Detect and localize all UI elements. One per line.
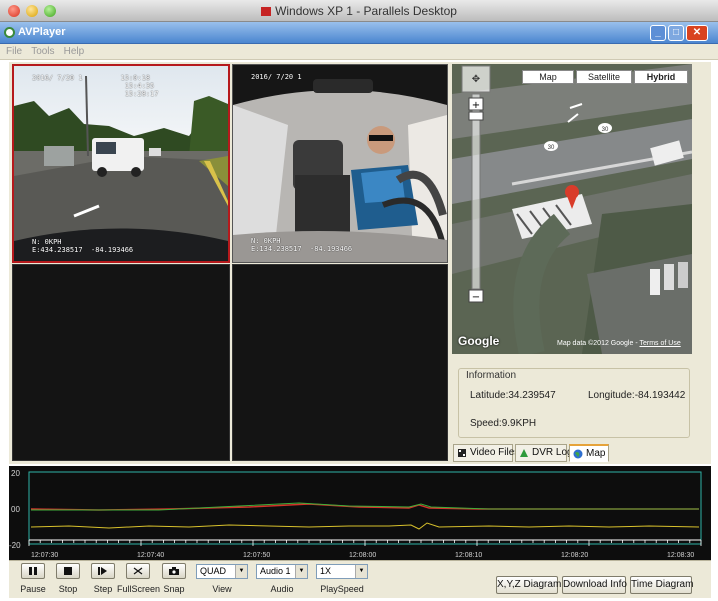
- snap-button[interactable]: [162, 563, 186, 579]
- download-info-button[interactable]: Download Info: [562, 576, 627, 594]
- pause-icon: [29, 567, 37, 575]
- tab-label: Video Files: [470, 447, 520, 458]
- y-label-bottom: -20: [9, 541, 21, 550]
- stop-button[interactable]: [56, 563, 80, 579]
- x-label: 12:08:10: [455, 552, 482, 559]
- satellite-map-image: 30 30 ✥ + −: [452, 64, 692, 354]
- parallels-vm-icon: [261, 7, 272, 16]
- fullscreen-button[interactable]: [126, 563, 150, 579]
- speed-value: Speed:9.9KPH: [470, 418, 537, 429]
- app-logo-icon: [4, 27, 15, 38]
- minimize-button[interactable]: _: [650, 25, 666, 41]
- x-label: 12:07:50: [243, 552, 270, 559]
- y-label-top: 20: [11, 469, 20, 478]
- series-yellow: [30, 522, 700, 530]
- information-legend: Information: [464, 370, 519, 381]
- sensor-graph: 20 00 -20 12:07:30 12:07:40 12:07:50 12:…: [9, 466, 711, 560]
- step-label: Step: [93, 584, 113, 594]
- host-window-title: Windows XP 1 - Parallels Desktop: [275, 4, 457, 18]
- view-value: QUAD: [200, 566, 227, 576]
- menu-help[interactable]: Help: [64, 44, 85, 60]
- menu-tools[interactable]: Tools: [31, 44, 54, 60]
- time-diagram-button[interactable]: Time Diagram: [630, 576, 693, 594]
- stop-label: Stop: [58, 584, 78, 594]
- close-button[interactable]: ✕: [686, 25, 708, 41]
- camera-view-2[interactable]: 2016/ 7/20 1 N: 0KPH E:134.238517 -84.19…: [232, 64, 448, 263]
- pan-control[interactable]: ✥: [461, 65, 491, 93]
- camera-view-4[interactable]: [232, 264, 448, 461]
- terms-of-use-link[interactable]: Terms of Use: [639, 340, 680, 347]
- stop-icon: [64, 567, 72, 575]
- snap-label: Snap: [163, 584, 185, 594]
- xyz-diagram-button[interactable]: X,Y,Z Diagram: [496, 576, 561, 594]
- map-type-hybrid-button[interactable]: Hybrid: [634, 70, 688, 84]
- latitude-value: Latitude:34.239547: [470, 390, 556, 401]
- tab-label: DVR Log: [532, 447, 573, 458]
- cabin-scene-image: [233, 65, 447, 262]
- audio-value: Audio 1: [260, 566, 291, 576]
- chevron-down-icon: ▼: [295, 565, 307, 578]
- svg-text:−: −: [472, 292, 480, 303]
- x-label: 12:07:30: [31, 552, 58, 559]
- osd-gps: N: 0KPH E:134.238517 -84.193466: [251, 237, 353, 253]
- chevron-down-icon: ▼: [355, 565, 367, 578]
- host-titlebar: Windows XP 1 - Parallels Desktop: [0, 0, 718, 22]
- map-type-satellite-button[interactable]: Satellite: [576, 70, 632, 84]
- tab-label: Map: [586, 448, 606, 459]
- tab-video-files[interactable]: Video Files: [453, 444, 519, 462]
- y-label-zero: 00: [11, 505, 20, 514]
- road-label: 30: [548, 145, 555, 151]
- x-label: 12:08:00: [349, 552, 376, 559]
- svg-text:+: +: [472, 100, 480, 111]
- menu-bar: File Tools Help: [0, 44, 718, 60]
- x-label: 12:08:20: [561, 552, 588, 559]
- app-titlebar: AVPlayer _ □ ✕: [0, 22, 718, 44]
- fullscreen-icon: [133, 567, 143, 575]
- camera-icon: [169, 567, 179, 575]
- pause-button[interactable]: [21, 563, 45, 579]
- g-sensor-chart: 20 00 -20 12:07:30 12:07:40 12:07:50 12:…: [9, 469, 702, 559]
- maximize-button[interactable]: □: [668, 25, 684, 41]
- play-speed-label: PlaySpeed: [320, 584, 364, 594]
- osd-timestamp: 2016/ 7/20 1: [251, 73, 302, 81]
- map-view[interactable]: 30 30 ✥ + − Map Satellite Hybrid Google …: [452, 64, 692, 354]
- audio-label: Audio: [270, 584, 294, 594]
- app-title: AVPlayer: [18, 26, 66, 38]
- fullscreen-label: FullScreen: [117, 584, 161, 594]
- x-label: 12:08:30: [667, 552, 694, 559]
- log-icon: [520, 449, 528, 457]
- osd-gps: N: 0KPH E:434.238517 -84.193466: [32, 238, 134, 254]
- menu-file[interactable]: File: [6, 44, 22, 60]
- osd-timestamp: 2016/ 7/20 1 15:0:18 15:4:35 15:28:17: [32, 74, 159, 98]
- audio-select[interactable]: Audio 1 ▼: [256, 564, 308, 579]
- step-button[interactable]: [91, 563, 115, 579]
- google-logo: Google: [458, 334, 500, 348]
- film-icon: [458, 449, 466, 457]
- time-ticks: [28, 540, 702, 546]
- x-label: 12:07:40: [137, 552, 164, 559]
- pause-label: Pause: [20, 584, 46, 594]
- graph-frame: [28, 471, 702, 545]
- chevron-down-icon: ▼: [235, 565, 247, 578]
- globe-icon: [573, 449, 583, 459]
- view-select[interactable]: QUAD ▼: [196, 564, 248, 579]
- camera-view-3[interactable]: [12, 264, 230, 461]
- tab-map[interactable]: Map: [569, 444, 609, 462]
- longitude-value: Longitude:-84.193442: [588, 390, 686, 401]
- road-label: 30: [602, 127, 609, 133]
- step-icon: [98, 567, 107, 575]
- map-copyright: Map data ©2012 Google -: [557, 340, 640, 347]
- map-type-map-button[interactable]: Map: [522, 70, 574, 84]
- play-speed-select[interactable]: 1X ▼: [316, 564, 368, 579]
- camera-view-1[interactable]: 2016/ 7/20 1 15:0:18 15:4:35 15:28:17 N:…: [12, 64, 230, 263]
- speed-value: 1X: [320, 566, 332, 576]
- svg-text:✥: ✥: [472, 74, 480, 85]
- tab-dvr-log[interactable]: DVR Log: [515, 444, 573, 462]
- view-label: View: [212, 584, 232, 594]
